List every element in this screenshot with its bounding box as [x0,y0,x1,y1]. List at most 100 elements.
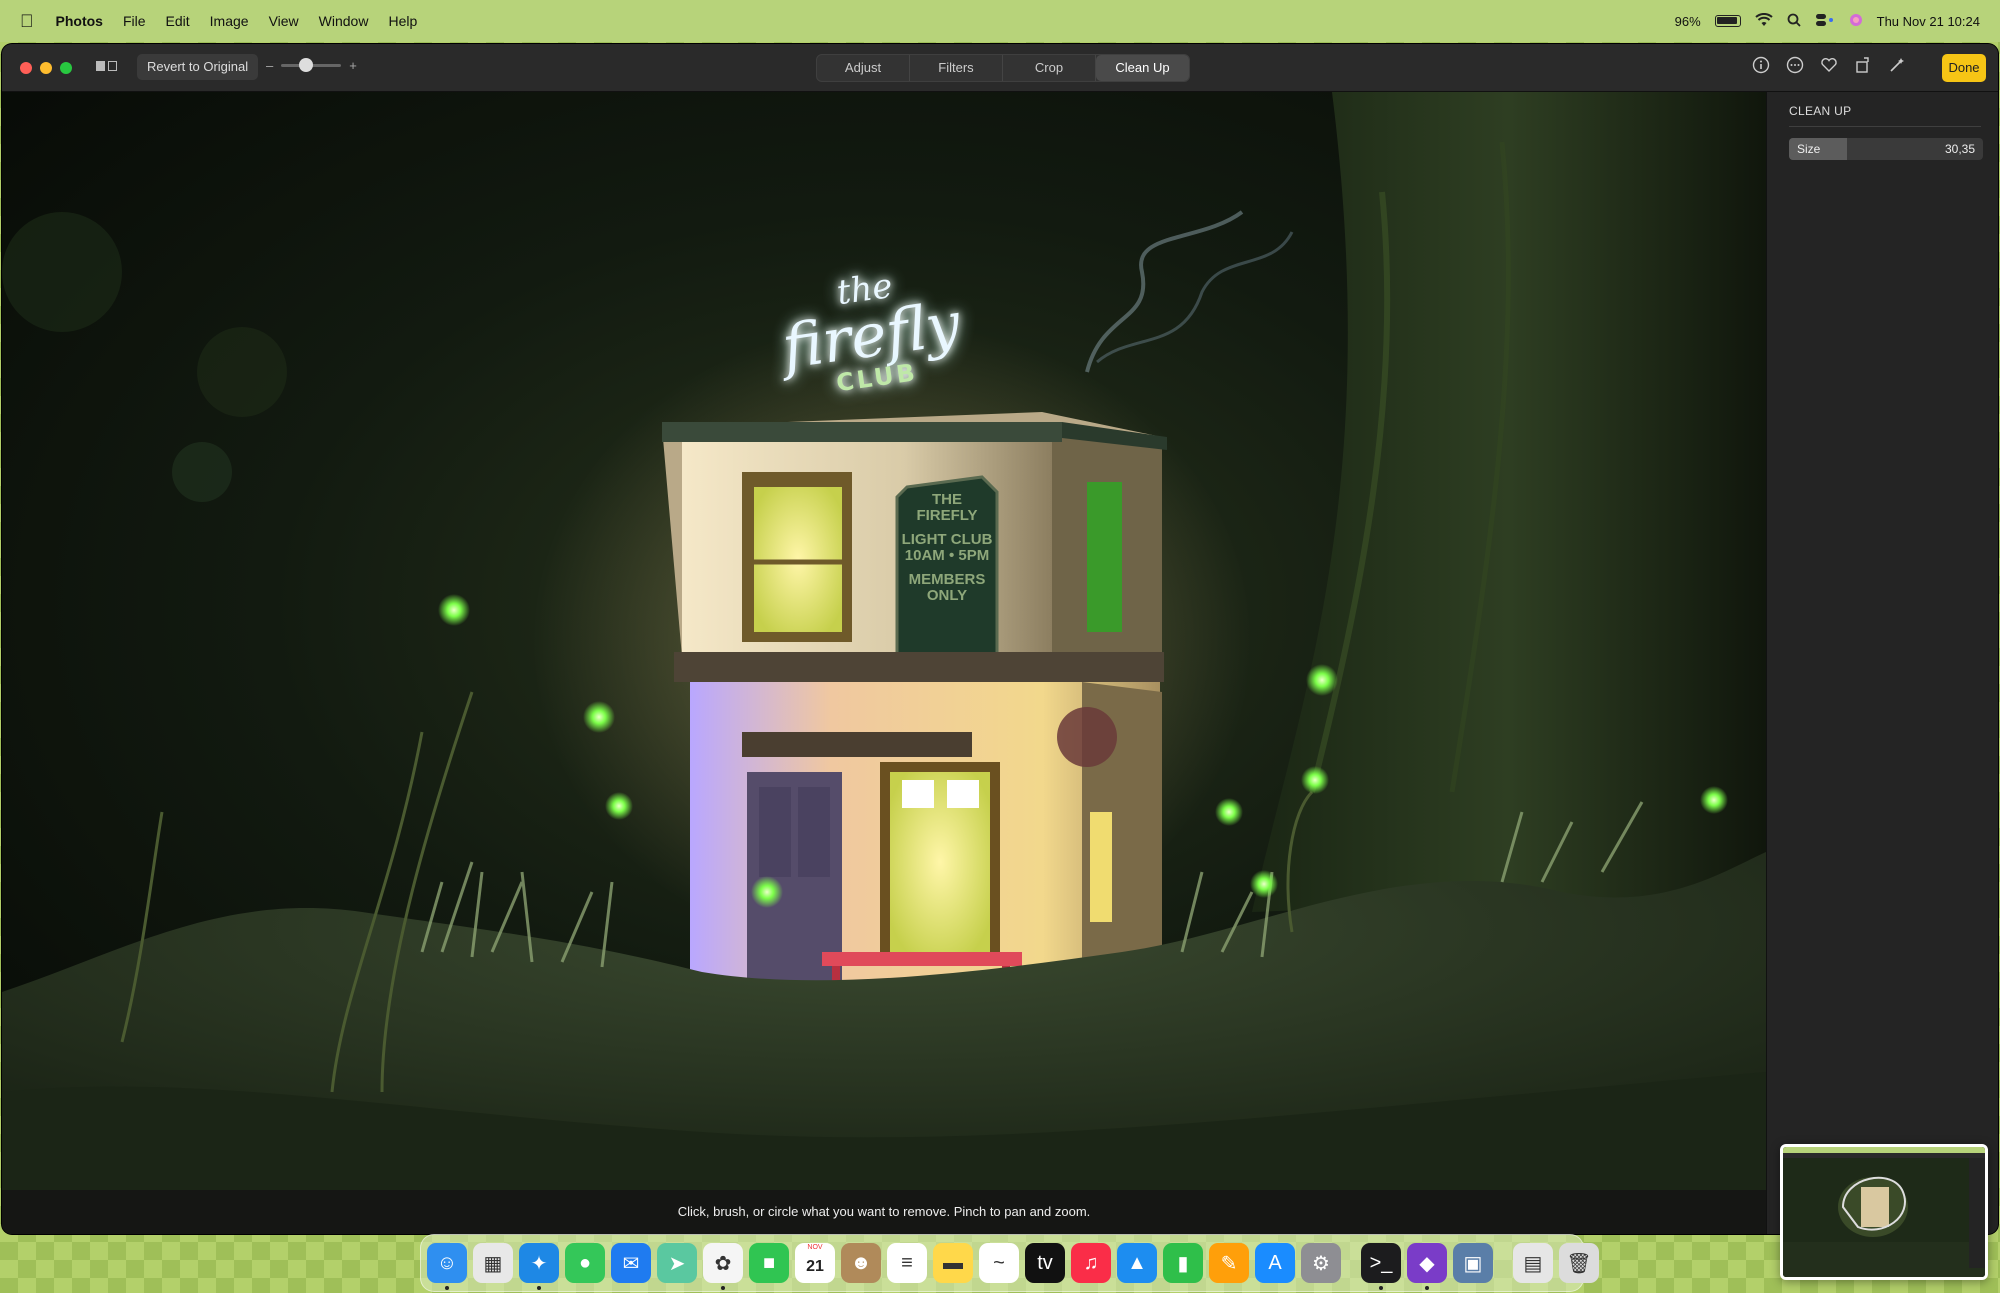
wifi-icon[interactable] [1754,12,1773,30]
dock-maps-icon[interactable]: ➤ [657,1243,697,1283]
zoom-out-icon[interactable]: – [266,58,273,73]
before-after-toggle-icon[interactable] [96,61,117,71]
plaque-line-1: THE [932,491,962,508]
clean-up-panel: CLEAN UP Size 30,35 [1766,92,1998,1234]
dock-music-glyph: ♫ [1083,1251,1099,1274]
tab-filters[interactable]: Filters [910,55,1003,81]
dock-numbers-glyph: ▮ [1177,1252,1189,1275]
dock-preview-icon[interactable]: ▣ [1453,1243,1493,1283]
calendar-month-label: NOV [807,1244,823,1251]
running-indicator [537,1286,541,1290]
dock-keynote-glyph: ▲ [1127,1251,1147,1274]
menu-window[interactable]: Window [319,13,369,29]
dock-reminders-glyph: ≡ [901,1251,913,1274]
fullscreen-window-button[interactable] [60,62,72,74]
dock-calendar-icon[interactable]: NOV 21 [795,1243,835,1283]
dock-system-settings-glyph: ⚙ [1312,1252,1330,1275]
dock-preview-glyph: ▣ [1463,1252,1483,1275]
plaque-line-2: FIREFLY [916,507,978,524]
edit-mode-tabs: Adjust Filters Crop Clean Up [816,54,1190,82]
dock-safari-icon[interactable]: ✦ [519,1243,559,1290]
dock-mail-icon[interactable]: ✉ [611,1243,651,1283]
running-indicator [445,1286,449,1290]
menu-app-name[interactable]: Photos [56,13,103,29]
dock-system-settings-icon[interactable]: ⚙ [1301,1243,1341,1283]
dock-reminders-icon[interactable]: ≡ [887,1243,927,1283]
running-indicator [1379,1286,1383,1290]
dock-pages-icon[interactable]: ✎ [1209,1243,1249,1283]
dock-numbers-icon[interactable]: ▮ [1163,1243,1203,1283]
panel-divider [1789,126,1981,127]
clock[interactable]: Thu Nov 21 10:24 [1877,14,1980,29]
dock-facetime-icon[interactable]: ■ [749,1243,789,1283]
done-button[interactable]: Done [1942,54,1986,82]
dock-terminal-glyph: >_ [1369,1251,1393,1274]
dock-affinity-glyph: ◆ [1419,1252,1435,1275]
dock-trash-icon[interactable]: 🗑 [1559,1243,1599,1283]
dock-freeform-icon[interactable]: ~ [979,1243,1019,1283]
favorite-heart-icon[interactable] [1820,56,1838,79]
revert-to-original-button[interactable]: Revert to Original [137,54,259,80]
dock-contacts-glyph: ☻ [850,1251,872,1274]
panel-title: CLEAN UP [1789,104,1852,118]
dock-launchpad-icon[interactable]: ▦ [473,1243,513,1283]
spotlight-search-icon[interactable] [1787,13,1801,30]
photo-image [2,92,1766,1234]
zoom-knob[interactable] [299,58,314,72]
apple-icon[interactable]:  [20,11,34,32]
menu-help[interactable]: Help [388,13,417,29]
zoom-track[interactable] [281,58,342,72]
photo-canvas[interactable]: the firefly CLUB THE FIREFLY LIGHT CLUB … [2,92,1766,1234]
plaque-line-6: ONLY [926,587,968,604]
tab-adjust[interactable]: Adjust [817,55,910,81]
zoom-slider[interactable]: – + [266,58,357,73]
dock-facetime-glyph: ■ [762,1251,776,1274]
dock-terminal-icon[interactable]: >_ [1361,1243,1401,1290]
dock-photos-icon[interactable]: ✿ [703,1243,743,1290]
neon-sign: the firefly CLUB [763,259,981,425]
dock-finder-icon[interactable]: ☺ [427,1243,467,1290]
close-window-button[interactable] [20,62,32,74]
running-indicator [1425,1286,1429,1290]
clean-up-hint: Click, brush, or circle what you want to… [2,1190,1766,1234]
window-controls [20,62,72,74]
dock-affinity-icon[interactable]: ◆ [1407,1243,1447,1290]
menu-bar:  Photos File Edit Image View Window Hel… [0,0,2000,42]
dock-mail-glyph: ✉ [622,1252,640,1275]
menu-edit[interactable]: Edit [166,13,190,29]
info-icon[interactable] [1752,56,1770,79]
dock-messages-icon[interactable]: ● [565,1243,605,1283]
running-indicator [721,1286,725,1290]
menu-file[interactable]: File [123,13,146,29]
dock-tv-glyph: tv [1037,1251,1053,1274]
control-center-icon[interactable] [1815,13,1835,30]
dock-freeform-glyph: ~ [993,1251,1005,1274]
dock-documents-icon[interactable]: ▤ [1513,1243,1553,1283]
tab-crop[interactable]: Crop [1003,55,1096,81]
menu-image[interactable]: Image [210,13,249,29]
brush-size-slider[interactable]: Size 30,35 [1789,138,1983,160]
zoom-in-icon[interactable]: + [349,58,357,73]
rotate-icon[interactable] [1854,56,1872,79]
dock-maps-glyph: ➤ [668,1252,686,1275]
siri-icon[interactable] [1849,13,1863,30]
tab-clean-up[interactable]: Clean Up [1096,55,1189,81]
battery-percent: 96% [1674,13,1701,29]
dock-documents-glyph: ▤ [1523,1252,1543,1275]
minimize-window-button[interactable] [40,62,52,74]
screenshot-thumbnail[interactable] [1780,1144,1988,1280]
menu-view[interactable]: View [269,13,299,29]
dock-notes-icon[interactable]: ▬ [933,1243,973,1283]
brush-size-label: Size [1797,142,1821,156]
dock-music-icon[interactable]: ♫ [1071,1243,1111,1283]
dock-keynote-icon[interactable]: ▲ [1117,1243,1157,1283]
club-plaque: THE FIREFLY LIGHT CLUB 10AM • 5PM MEMBER… [897,492,997,604]
battery-icon[interactable] [1714,15,1741,27]
magic-wand-icon[interactable] [1888,56,1906,79]
dock-app-store-icon[interactable]: A [1255,1243,1295,1283]
dock-contacts-icon[interactable]: ☻ [841,1243,881,1283]
dock-tv-icon[interactable]: tv [1025,1243,1065,1283]
more-options-icon[interactable] [1786,56,1804,79]
photos-window: Revert to Original – + Adjust Filters Cr… [2,44,1998,1234]
status-area: 96% Thu Nov 21 10:24 [1675,0,1980,42]
